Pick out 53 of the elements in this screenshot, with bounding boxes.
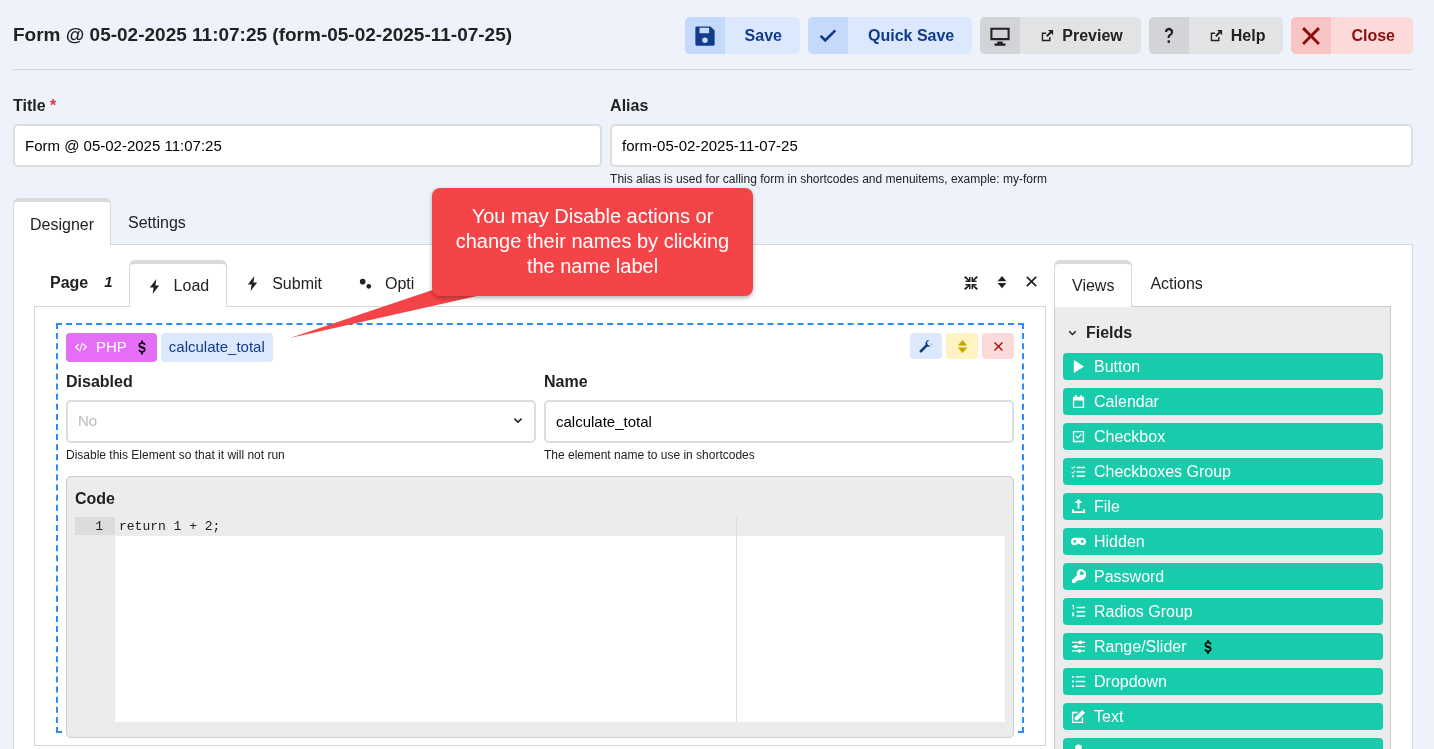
preview-button[interactable]: Preview xyxy=(980,17,1141,54)
line-number: 1 xyxy=(75,516,115,536)
external-link-icon xyxy=(1040,28,1055,43)
checkbox-icon xyxy=(1071,429,1086,444)
code-line: return 1 + 2; xyxy=(119,518,221,534)
tab[interactable]: Actions xyxy=(1132,259,1221,306)
page-label: Page xyxy=(50,272,89,293)
field-label: Alias xyxy=(610,96,650,116)
tab[interactable]: Settings xyxy=(111,197,203,244)
field-label: Name xyxy=(544,371,589,392)
tab[interactable]: Views xyxy=(1054,260,1133,307)
list-icon xyxy=(1071,674,1086,689)
alias-field[interactable]: form-05-02-2025-11-07-25 xyxy=(610,124,1413,167)
save-button[interactable]: Save xyxy=(684,17,800,54)
key-icon xyxy=(1071,569,1086,584)
external-link-icon xyxy=(1208,28,1223,43)
field-label: Title * xyxy=(13,96,58,116)
tab[interactable]: Submit xyxy=(227,260,340,305)
help-text: Disable this Element so that it will not run xyxy=(66,446,286,464)
group-header[interactable]: Fields xyxy=(1067,321,1382,345)
close-icon xyxy=(1300,24,1323,47)
close-icon[interactable] xyxy=(1025,274,1038,288)
help-text: This alias is used for calling form in shortcodes and menuitems, example: my-form xyxy=(610,171,1048,188)
page-number: 1 xyxy=(104,272,113,293)
settings-button[interactable] xyxy=(910,333,942,359)
wrench-icon xyxy=(918,338,934,354)
title-field[interactable]: Form @ 05-02-2025 11:07:25 xyxy=(13,124,603,167)
sort-icon[interactable] xyxy=(995,274,1009,289)
name-badge[interactable]: calculate_total xyxy=(160,333,273,362)
gears-icon xyxy=(358,276,373,291)
numbered-list-icon xyxy=(1071,604,1086,619)
checklist-icon xyxy=(1071,464,1086,479)
collapse-icon[interactable] xyxy=(963,274,979,291)
tab[interactable]: Designer xyxy=(13,198,112,245)
edit-icon xyxy=(1071,709,1086,724)
help-button[interactable]: Help xyxy=(1148,17,1284,54)
calendar-icon xyxy=(1071,394,1086,409)
type-badge: PHP xyxy=(66,333,157,362)
field-label: Disabled xyxy=(66,371,134,392)
sliders-icon xyxy=(1071,639,1086,654)
code-label: Code xyxy=(75,488,116,509)
name-field[interactable]: calculate_total xyxy=(544,399,1014,443)
help-text: The element name to use in shortcodes xyxy=(544,446,756,464)
tab[interactable]: Opti xyxy=(340,260,433,305)
quicksave-button[interactable]: Quick Save xyxy=(808,17,973,54)
page-title: Form @ 05-02-2025 11:07:25 (form-05-02-2025-11-07-25) xyxy=(13,23,513,48)
play-icon xyxy=(1071,359,1086,374)
close-button[interactable]: Close xyxy=(1291,17,1413,54)
save-icon xyxy=(693,24,716,47)
tab[interactable]: Load xyxy=(128,260,228,307)
delete-button[interactable] xyxy=(982,333,1014,359)
upload-icon xyxy=(1071,499,1086,514)
code-editor[interactable]: 1 return 1 + 2; xyxy=(75,516,1005,722)
